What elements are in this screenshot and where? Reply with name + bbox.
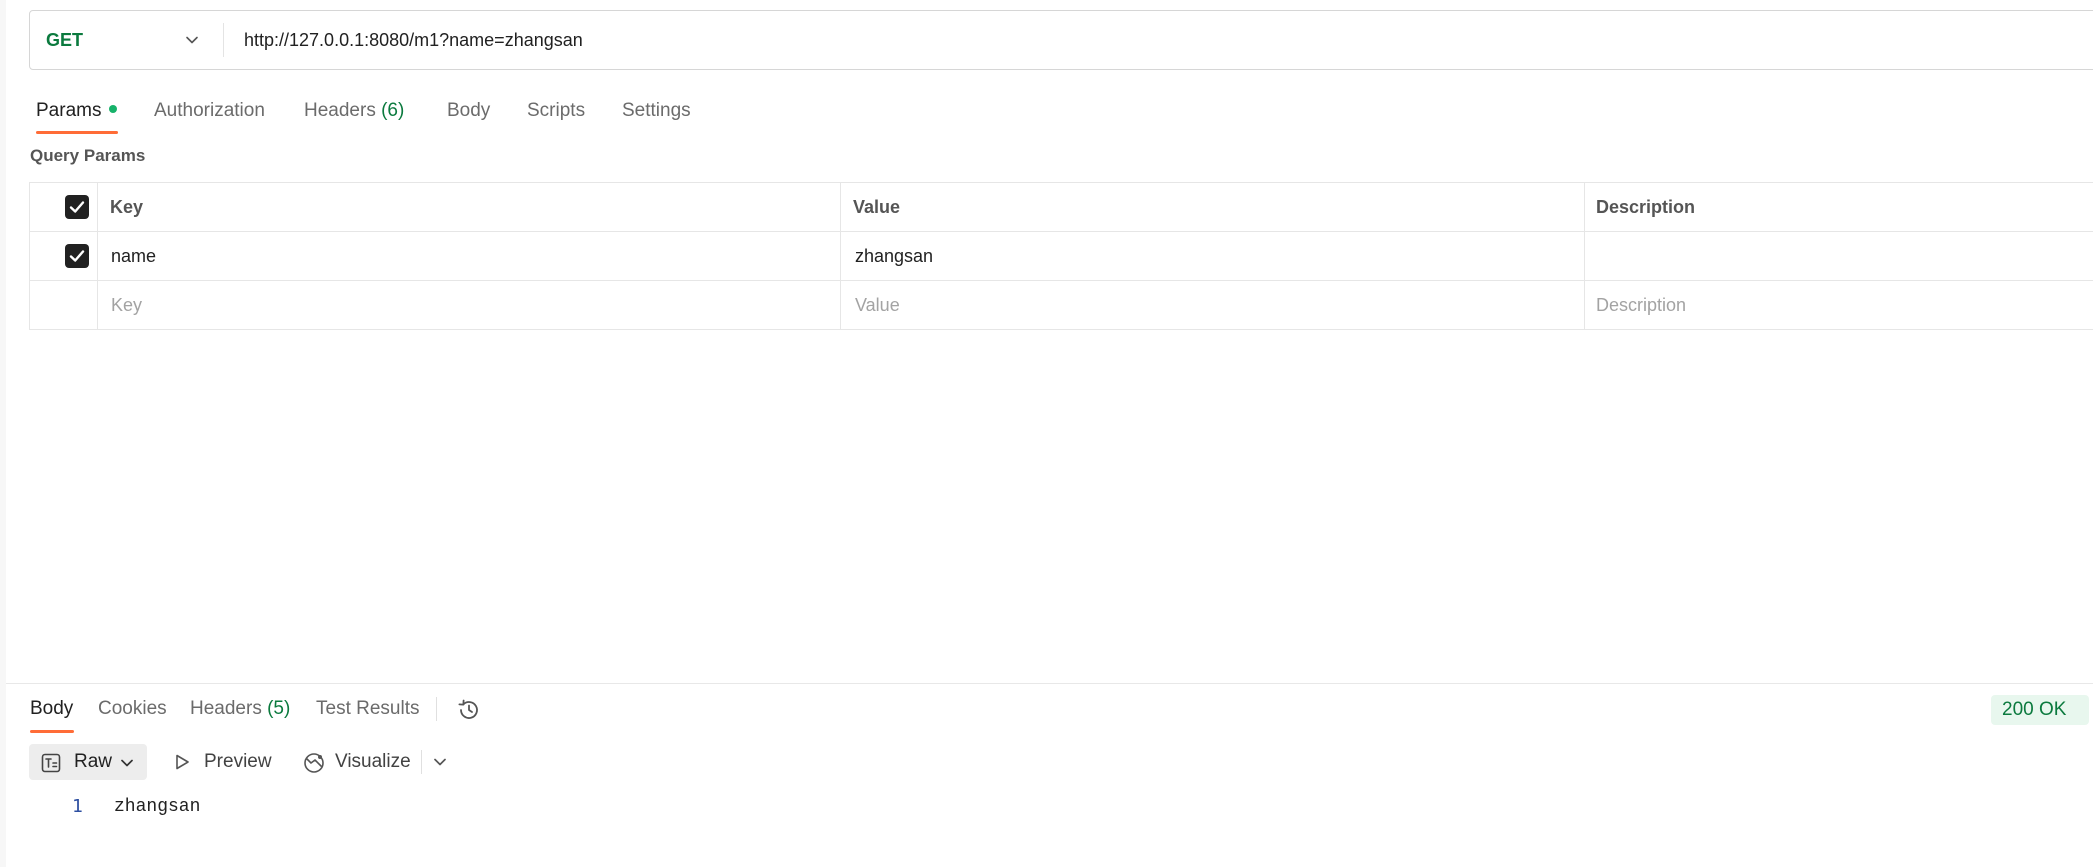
chevron-down-icon bbox=[186, 36, 198, 44]
status-badge: 200 OK bbox=[1991, 695, 2089, 725]
response-tab-headers-count: (5) bbox=[267, 698, 291, 719]
play-icon bbox=[176, 754, 189, 770]
param-key-cell[interactable]: name bbox=[111, 232, 156, 280]
tab-scripts-label: Scripts bbox=[527, 100, 586, 121]
tab-body-label: Body bbox=[447, 100, 491, 121]
tab-settings[interactable]: Settings bbox=[622, 96, 691, 126]
new-param-value-input[interactable]: Value bbox=[855, 281, 900, 329]
row-checkbox[interactable] bbox=[65, 244, 89, 268]
toolbar-separator bbox=[421, 750, 422, 774]
preview-label: Preview bbox=[204, 751, 272, 772]
url-bar: GET http://127.0.0.1:8080/m1?name=zhangs… bbox=[29, 10, 2093, 70]
tab-params-label: Params bbox=[36, 100, 102, 121]
table-col-divider bbox=[97, 183, 98, 329]
response-tab-test-results[interactable]: Test Results bbox=[316, 694, 419, 724]
tab-settings-label: Settings bbox=[622, 100, 691, 121]
table-row-divider bbox=[30, 280, 2093, 281]
tab-separator bbox=[436, 697, 437, 721]
response-tab-body[interactable]: Body bbox=[30, 694, 73, 724]
new-param-description-input[interactable]: Description bbox=[1596, 281, 1686, 329]
visualize-icon bbox=[304, 753, 324, 773]
url-input[interactable]: http://127.0.0.1:8080/m1?name=zhangsan bbox=[224, 11, 2093, 69]
response-tab-cookies[interactable]: Cookies bbox=[98, 694, 167, 724]
column-header-value: Value bbox=[853, 197, 901, 217]
url-text: http://127.0.0.1:8080/m1?name=zhangsan bbox=[244, 30, 583, 50]
check-icon bbox=[69, 201, 85, 213]
table-col-divider bbox=[840, 183, 841, 329]
left-panel-edge bbox=[0, 0, 6, 867]
preview-button[interactable]: Preview bbox=[170, 744, 276, 780]
response-divider bbox=[6, 683, 2093, 684]
param-value-cell[interactable]: zhangsan bbox=[855, 232, 933, 280]
tab-headers-label: Headers bbox=[304, 100, 376, 121]
new-param-key-input[interactable]: Key bbox=[111, 281, 142, 329]
response-tab-body-label: Body bbox=[30, 698, 74, 719]
check-icon bbox=[69, 250, 85, 262]
query-params-table: Key Value Description name zhangsan Key … bbox=[29, 182, 2093, 330]
history-icon[interactable] bbox=[456, 697, 482, 723]
table-col-divider bbox=[1584, 183, 1585, 329]
query-params-title: Query Params bbox=[30, 146, 146, 165]
tab-headers[interactable]: Headers (6) bbox=[304, 96, 404, 126]
column-header-key: Key bbox=[110, 197, 144, 217]
select-all-checkbox[interactable] bbox=[65, 195, 89, 219]
modified-dot-icon bbox=[109, 104, 118, 113]
response-tab-headers-label: Headers bbox=[190, 698, 262, 719]
tab-body[interactable]: Body bbox=[447, 96, 490, 126]
line-number: 1 bbox=[72, 796, 83, 817]
tab-authorization-label: Authorization bbox=[154, 100, 265, 121]
visualize-button[interactable]: Visualize bbox=[302, 744, 414, 780]
raw-label: Raw bbox=[74, 751, 113, 772]
method-label: GET bbox=[46, 30, 84, 50]
chevron-down-icon[interactable] bbox=[433, 755, 447, 769]
response-tab-underline bbox=[30, 730, 74, 733]
response-tab-cookies-label: Cookies bbox=[98, 698, 167, 719]
chevron-down-icon bbox=[121, 759, 133, 767]
method-select[interactable]: GET bbox=[30, 11, 222, 69]
response-body-line: zhangsan bbox=[114, 797, 201, 817]
response-tab-test-results-label: Test Results bbox=[316, 698, 420, 719]
param-description-cell[interactable] bbox=[1596, 232, 2093, 280]
tab-params[interactable]: Params bbox=[36, 96, 118, 126]
tab-headers-count: (6) bbox=[381, 100, 405, 121]
tab-authorization[interactable]: Authorization bbox=[154, 96, 265, 126]
raw-format-button[interactable]: Raw bbox=[29, 744, 147, 780]
tab-scripts[interactable]: Scripts bbox=[527, 96, 585, 126]
tab-active-underline bbox=[36, 131, 118, 134]
visualize-label: Visualize bbox=[335, 751, 411, 772]
response-tab-headers[interactable]: Headers (5) bbox=[190, 694, 290, 724]
raw-text-icon bbox=[41, 753, 61, 773]
column-header-description: Description bbox=[1596, 197, 1696, 217]
